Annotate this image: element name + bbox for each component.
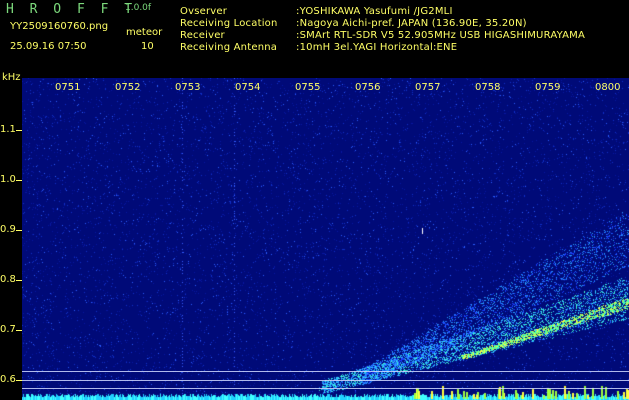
y-tick-mark bbox=[16, 180, 22, 181]
reference-line bbox=[22, 371, 629, 372]
y-tick-label: 1.1 bbox=[0, 124, 16, 135]
meta-location-label: Receiving Location bbox=[180, 18, 278, 29]
meta-receiver-value: :SMArt RTL-SDR V5 52.905MHz USB HIGASHIM… bbox=[296, 30, 586, 41]
app-logo: H R O F F T bbox=[6, 2, 137, 17]
x-tick-label: 0754 bbox=[235, 82, 261, 93]
x-tick-label: 0800 bbox=[595, 82, 621, 93]
image-filename: YY2509160760.png bbox=[10, 21, 109, 32]
capture-datetime: 25.09.16 07:50 bbox=[10, 41, 87, 52]
x-tick-label: 0753 bbox=[175, 82, 201, 93]
meteor-count: 10 bbox=[141, 41, 154, 52]
x-tick-label: 0755 bbox=[295, 82, 321, 93]
meta-observer-value: :YOSHIKAWA Yasufumi /JG2MLI bbox=[296, 6, 453, 17]
y-tick-mark bbox=[16, 230, 22, 231]
y-tick-mark bbox=[16, 330, 22, 331]
y-tick-label: 0.6 bbox=[0, 374, 16, 385]
reference-line bbox=[22, 388, 629, 389]
x-tick-label: 0757 bbox=[415, 82, 441, 93]
app-version: 1.0.0f bbox=[125, 3, 152, 13]
y-tick-label: 0.8 bbox=[0, 274, 16, 285]
y-tick-label: 0.7 bbox=[0, 324, 16, 335]
x-tick-label: 0758 bbox=[475, 82, 501, 93]
y-tick-label: 0.9 bbox=[0, 224, 16, 235]
mode-label: meteor bbox=[126, 27, 163, 38]
header-panel: H R O F F T 1.0.0f YY2509160760.png 25.0… bbox=[0, 0, 629, 78]
meta-antenna-label: Receiving Antenna bbox=[180, 42, 278, 53]
meta-observer-label: Ovserver bbox=[180, 6, 228, 17]
meta-location-value: :Nagoya Aichi-pref. JAPAN (136.90E, 35.2… bbox=[296, 18, 527, 29]
x-tick-label: 0759 bbox=[535, 82, 561, 93]
meta-antenna-value: :10mH 3el.YAGI Horizontal:ENE bbox=[296, 42, 458, 53]
x-tick-label: 0751 bbox=[55, 82, 81, 93]
y-axis-unit: kHz bbox=[2, 72, 21, 83]
meta-receiver-label: Receiver bbox=[180, 30, 225, 41]
reference-line bbox=[22, 380, 629, 381]
x-tick-label: 0752 bbox=[115, 82, 141, 93]
x-tick-label: 0756 bbox=[355, 82, 381, 93]
y-tick-mark bbox=[16, 130, 22, 131]
spectrogram-plot bbox=[22, 78, 629, 400]
spectrogram-canvas bbox=[22, 78, 629, 400]
y-tick-label: 1.0 bbox=[0, 174, 16, 185]
y-tick-mark bbox=[16, 280, 22, 281]
